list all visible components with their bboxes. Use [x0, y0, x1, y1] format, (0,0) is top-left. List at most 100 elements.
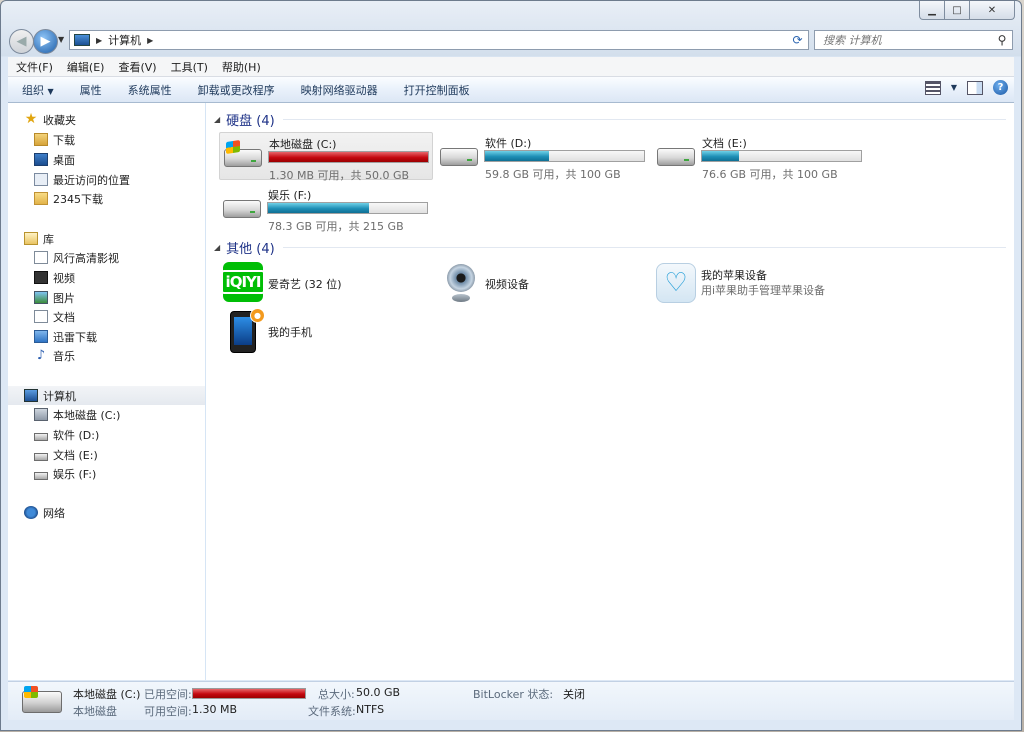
file-system-label: 文件系统:: [308, 705, 356, 718]
refresh-button[interactable]: ⟳: [787, 30, 809, 50]
search-icon[interactable]: ⚲: [992, 33, 1012, 47]
change-view-icon[interactable]: [924, 80, 941, 95]
free-space-value: 1.30 MB: [192, 703, 238, 716]
back-arrow-icon: ◀: [16, 34, 27, 49]
collapse-triangle-icon[interactable]: ◢: [214, 243, 220, 252]
open-control-panel-button[interactable]: 打开控制面板: [390, 82, 482, 98]
drive-tile-f[interactable]: 娱乐 (F:) 78.3 GB 可用，共 215 GB: [219, 184, 433, 233]
sidebar-item-funshion[interactable]: 风行高清影视: [34, 248, 205, 267]
navigation-bar: ◀ ▶ ▼ ▶ 计算机 ▶ ▼ ⟳ ⚲: [9, 29, 1013, 54]
address-bar[interactable]: ▶ 计算机 ▶ ▼: [69, 30, 806, 50]
sidebar-item-recent-places[interactable]: 最近访问的位置: [34, 170, 205, 189]
sidebar-computer-label: 计算机: [43, 389, 76, 403]
bitlocker-value: 关闭: [563, 688, 585, 701]
details-pane: 本地磁盘 (C:) 本地磁盘 已用空间: 可用空间: 1.30 MB 总大小: …: [8, 681, 1014, 720]
breadcrumb-separator-icon[interactable]: ▶: [96, 36, 102, 45]
sidebar-item-pictures[interactable]: 图片: [34, 288, 205, 307]
sidebar-item-label: 迅雷下载: [53, 330, 97, 344]
sidebar-item-downloads[interactable]: 下载: [34, 130, 205, 149]
menu-file[interactable]: 文件(F): [8, 59, 59, 75]
webcam-icon: [446, 264, 476, 304]
drive-usage-fill: [268, 203, 370, 213]
organize-button[interactable]: 组织 ▼: [8, 82, 66, 98]
sidebar-item-2345-downloads[interactable]: 2345下载: [34, 189, 205, 208]
sidebar-item-label: 本地磁盘 (C:): [53, 408, 121, 422]
system-drive-icon: [34, 408, 48, 421]
preview-pane-icon[interactable]: [967, 80, 983, 95]
sidebar-item-label: 风行高清影视: [53, 251, 119, 265]
used-space-fill: [193, 689, 305, 698]
forward-button[interactable]: ▶: [33, 29, 58, 54]
sidebar-item-drive-f[interactable]: 娱乐 (F:): [34, 464, 205, 483]
drive-name: 软件 (D:): [485, 137, 532, 150]
sidebar-item-label: 音乐: [53, 349, 75, 363]
sidebar-item-thunder-downloads[interactable]: 迅雷下载: [34, 327, 205, 346]
sidebar-item-drive-e[interactable]: 文档 (E:): [34, 445, 205, 464]
sidebar-item-drive-c[interactable]: 本地磁盘 (C:): [34, 405, 205, 424]
details-drive-type: 本地磁盘: [73, 705, 117, 718]
drive-usage-fill: [269, 152, 428, 162]
total-size-value: 50.0 GB: [356, 686, 401, 699]
computer-icon: [74, 34, 90, 46]
search-input[interactable]: [815, 32, 992, 48]
drive-usage-fill: [702, 151, 740, 161]
close-button[interactable]: ✕: [970, 1, 1015, 20]
app-tile-iqiyi[interactable]: iQIYI 爱奇艺 (32 位): [219, 260, 433, 308]
sidebar-item-label: 下载: [53, 133, 75, 147]
search-box[interactable]: ⚲: [814, 30, 1013, 50]
menu-help[interactable]: 帮助(H): [214, 59, 267, 75]
back-button[interactable]: ◀: [9, 29, 34, 54]
view-controls: ▼ ?: [924, 80, 1008, 95]
menu-view[interactable]: 查看(V): [110, 59, 162, 75]
drive-icon: [34, 471, 48, 480]
device-tile-apple[interactable]: ♡ 我的苹果设备 用i苹果助手管理苹果设备: [653, 260, 867, 308]
sidebar-item-label: 视频: [53, 271, 75, 285]
drive-tile-e[interactable]: 文档 (E:) 76.6 GB 可用，共 100 GB: [653, 132, 867, 181]
device-tile-webcam[interactable]: 视频设备: [436, 260, 650, 308]
group-header-hard-drives[interactable]: ◢ 硬盘 (4): [214, 110, 1006, 129]
download-folder-icon: [34, 133, 48, 146]
recent-pages-dropdown[interactable]: ▼: [58, 35, 64, 44]
map-network-drive-button[interactable]: 映射网络驱动器: [287, 82, 390, 98]
drive-icon: [440, 148, 478, 166]
maximize-button[interactable]: □: [945, 1, 970, 20]
sidebar-item-music[interactable]: ♪ 音乐: [34, 346, 205, 365]
device-description: 用i苹果助手管理苹果设备: [701, 284, 826, 297]
windows-logo-icon: [226, 140, 240, 154]
sidebar-item-documents[interactable]: 文档: [34, 307, 205, 326]
group-divider: [282, 118, 1006, 120]
sidebar-item-videos[interactable]: 视频: [34, 268, 205, 287]
sidebar-item-label: 文档 (E:): [53, 448, 98, 462]
properties-button[interactable]: 属性: [66, 82, 114, 98]
breadcrumb-separator-icon[interactable]: ▶: [147, 36, 153, 45]
sidebar-item-label: 最近访问的位置: [53, 173, 130, 187]
group-title: 其他 (4): [226, 241, 275, 257]
iqiyi-icon: iQIYI: [220, 262, 266, 302]
sidebar-item-drive-d[interactable]: 软件 (D:): [34, 425, 205, 444]
help-icon[interactable]: ?: [993, 80, 1008, 95]
drive-icon: [223, 200, 261, 218]
collapse-triangle-icon[interactable]: ◢: [214, 115, 220, 124]
drive-tile-c[interactable]: 本地磁盘 (C:) 1.30 MB 可用，共 50.0 GB: [219, 132, 433, 182]
sidebar-item-desktop[interactable]: 桌面: [34, 150, 205, 169]
uninstall-program-button[interactable]: 卸载或更改程序: [184, 82, 287, 98]
group-header-other[interactable]: ◢ 其他 (4): [214, 238, 1006, 257]
command-bar: 组织 ▼ 属性 系统属性 卸载或更改程序 映射网络驱动器 打开控制面板 ▼ ?: [8, 77, 1014, 103]
caption-buttons: ▁ □ ✕: [919, 1, 1015, 20]
sidebar-network[interactable]: 网络: [24, 503, 205, 522]
sidebar-favorites[interactable]: ★ 收藏夹: [24, 110, 205, 129]
menu-edit[interactable]: 编辑(E): [59, 59, 111, 75]
sidebar-item-label: 娱乐 (F:): [53, 467, 97, 481]
thunder-download-icon: [34, 330, 48, 343]
drive-icon: [34, 432, 48, 441]
system-properties-button[interactable]: 系统属性: [114, 82, 184, 98]
sidebar-libraries[interactable]: 库: [24, 229, 205, 248]
view-options-dropdown-icon[interactable]: ▼: [951, 83, 957, 92]
menu-tools[interactable]: 工具(T): [163, 59, 214, 75]
sidebar-computer[interactable]: 计算机: [8, 386, 205, 405]
breadcrumb-computer[interactable]: 计算机: [108, 32, 141, 48]
minimize-button[interactable]: ▁: [919, 1, 945, 20]
drive-name: 文档 (E:): [702, 137, 747, 150]
drive-tile-d[interactable]: 软件 (D:) 59.8 GB 可用，共 100 GB: [436, 132, 650, 181]
device-tile-phone[interactable]: ● 我的手机: [219, 308, 433, 356]
